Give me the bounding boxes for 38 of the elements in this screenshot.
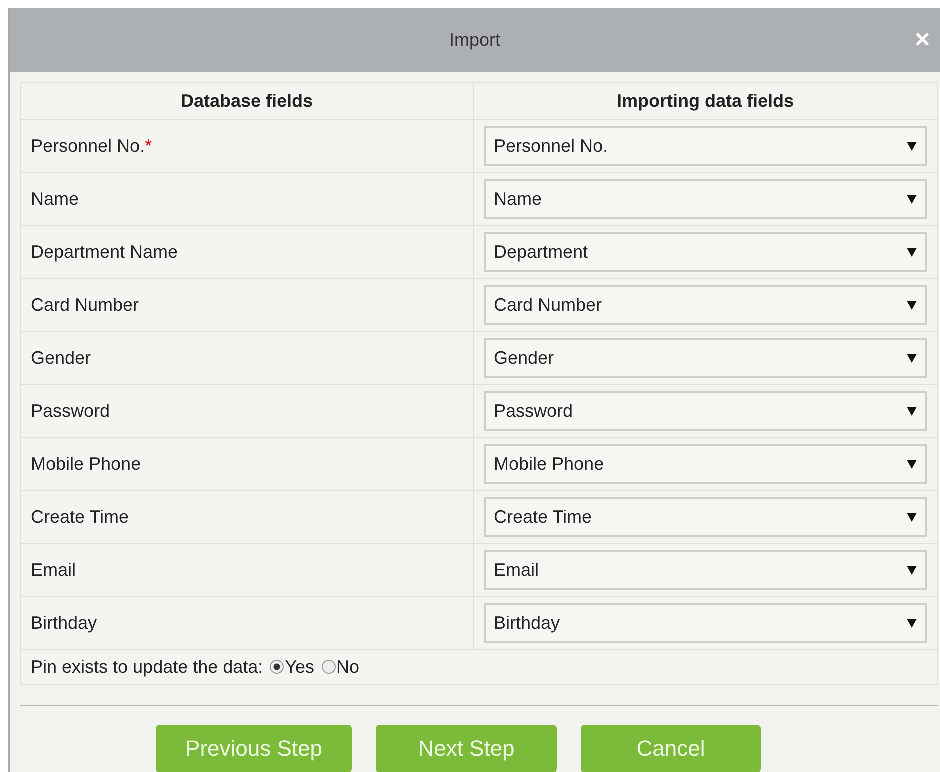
option-label: Pin exists to update the data: xyxy=(31,656,264,678)
dropdown-field[interactable]: Email xyxy=(484,550,927,590)
dropdown-field[interactable]: Create Time xyxy=(484,497,927,537)
field-label: Create Time xyxy=(31,506,130,526)
caret-icon xyxy=(907,512,917,522)
column-header: Database fields xyxy=(20,82,474,120)
caret-icon xyxy=(907,618,917,628)
field-label: Card Number xyxy=(31,294,140,314)
field-label: Email xyxy=(31,560,76,580)
dropdown-field[interactable]: Gender xyxy=(484,338,927,378)
caret-icon xyxy=(907,460,917,468)
field-label: Mobile Phone xyxy=(31,454,142,474)
window-title: Import xyxy=(449,30,500,50)
caret-icon xyxy=(907,406,917,416)
dropdown-field[interactable]: Birthday xyxy=(484,603,927,643)
dropdown-field[interactable]: Department xyxy=(484,232,927,272)
field-label: Personnel No.* xyxy=(31,136,152,156)
caret-icon xyxy=(907,248,917,256)
caret-icon xyxy=(907,354,917,362)
caret-icon xyxy=(907,194,917,204)
dropdown-field[interactable]: Card Number xyxy=(484,285,927,325)
radio-button[interactable] xyxy=(270,660,284,674)
caret-icon xyxy=(907,300,917,310)
radio-label: Yes xyxy=(285,656,315,678)
dropdown-field[interactable]: Mobile Phone xyxy=(484,444,927,484)
dropdown-field[interactable]: Personnel No. xyxy=(484,126,927,166)
field-label: Password xyxy=(31,400,110,420)
caret-icon xyxy=(907,142,917,150)
field-label: Department Name xyxy=(31,242,178,262)
field-label: Birthday xyxy=(31,612,98,632)
radio-button[interactable] xyxy=(322,660,336,674)
dropdown-field[interactable]: Password xyxy=(484,391,927,431)
caret-icon xyxy=(907,566,917,574)
radio-label: No xyxy=(336,656,360,678)
field-label: Gender xyxy=(31,348,92,368)
dropdown-field[interactable]: Name xyxy=(484,179,927,219)
column-header: Importing data fields xyxy=(474,82,938,120)
field-label: Name xyxy=(31,188,80,208)
